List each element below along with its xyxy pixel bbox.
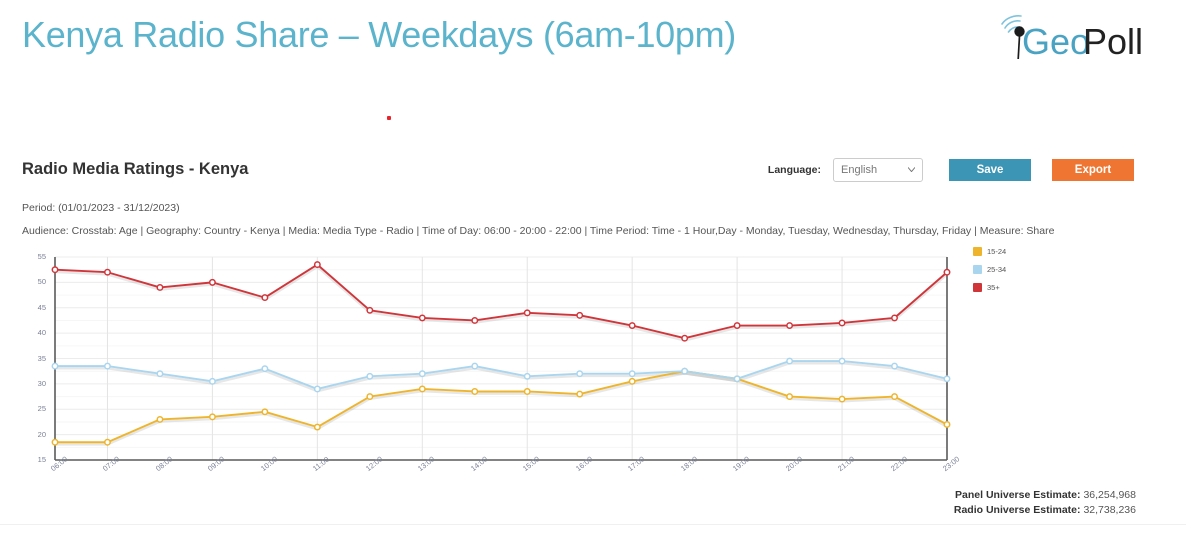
y-axis-tick-label: 40	[37, 328, 46, 338]
export-button[interactable]: Export	[1052, 159, 1134, 181]
language-label: Language:	[767, 164, 821, 176]
legend-swatch	[973, 283, 982, 292]
report-panel: Radio Media Ratings - Kenya Period: (01/…	[0, 142, 1186, 520]
y-axis-tick-label: 45	[37, 302, 46, 312]
panel-universe-label: Panel Universe Estimate:	[955, 489, 1081, 501]
panel-universe-value: 36,254,968	[1083, 489, 1136, 501]
panel-universe-estimate: Panel Universe Estimate: 36,254,968	[954, 488, 1136, 503]
legend-item[interactable]: 15-24	[973, 245, 1006, 258]
logo-text-poll: Poll	[1083, 21, 1143, 62]
legend-label: 25-34	[987, 265, 1007, 274]
legend-label: 15-24	[987, 247, 1007, 256]
radio-universe-estimate: Radio Universe Estimate: 32,738,236	[954, 503, 1136, 518]
radio-universe-value: 32,738,236	[1083, 504, 1136, 516]
legend-label: 35+	[987, 283, 1000, 292]
chart-legend: 15-24 25-34 35+	[973, 245, 1006, 299]
geopoll-logo-svg: Geo Poll	[1001, 15, 1143, 62]
y-axis-tick-label: 25	[37, 404, 46, 414]
y-axis-tick-label: 20	[37, 429, 46, 439]
share-line-chart: 55 50 45 40 35 30 25 20 15 06:00 07:00 08:00 09:00 1…	[22, 245, 1164, 490]
logo-text-geo: Geo	[1022, 21, 1090, 62]
legend-item[interactable]: 25-34	[973, 263, 1006, 276]
y-axis-tick-label: 50	[37, 277, 46, 287]
legend-swatch	[973, 265, 982, 274]
report-filters: Audience: Crosstab: Age | Geography: Cou…	[22, 225, 1055, 237]
stray-dot-artifact	[387, 116, 391, 120]
universe-estimates: Panel Universe Estimate: 36,254,968 Radi…	[954, 488, 1136, 518]
y-axis-tick-label: 35	[37, 353, 46, 363]
language-select[interactable]: English	[833, 158, 923, 182]
legend-item[interactable]: 35+	[973, 281, 1006, 294]
page-title: Kenya Radio Share – Weekdays (6am-10pm)	[22, 14, 736, 55]
legend-swatch	[973, 247, 982, 256]
y-axis-tick-label: 15	[37, 455, 46, 464]
save-button[interactable]: Save	[949, 159, 1031, 181]
geopoll-logo: Geo Poll	[992, 10, 1172, 68]
report-period: Period: (01/01/2023 - 31/12/2023)	[22, 202, 180, 214]
y-axis-tick-label: 30	[37, 378, 46, 388]
report-title: Radio Media Ratings - Kenya	[22, 160, 249, 178]
radio-universe-label: Radio Universe Estimate:	[953, 504, 1081, 516]
report-toolbar: Language: English Save Export	[768, 158, 1134, 182]
y-axis-tick-label: 55	[37, 252, 46, 261]
language-select-wrapper: English	[833, 158, 923, 182]
slide-bottom-bar	[0, 524, 1186, 540]
